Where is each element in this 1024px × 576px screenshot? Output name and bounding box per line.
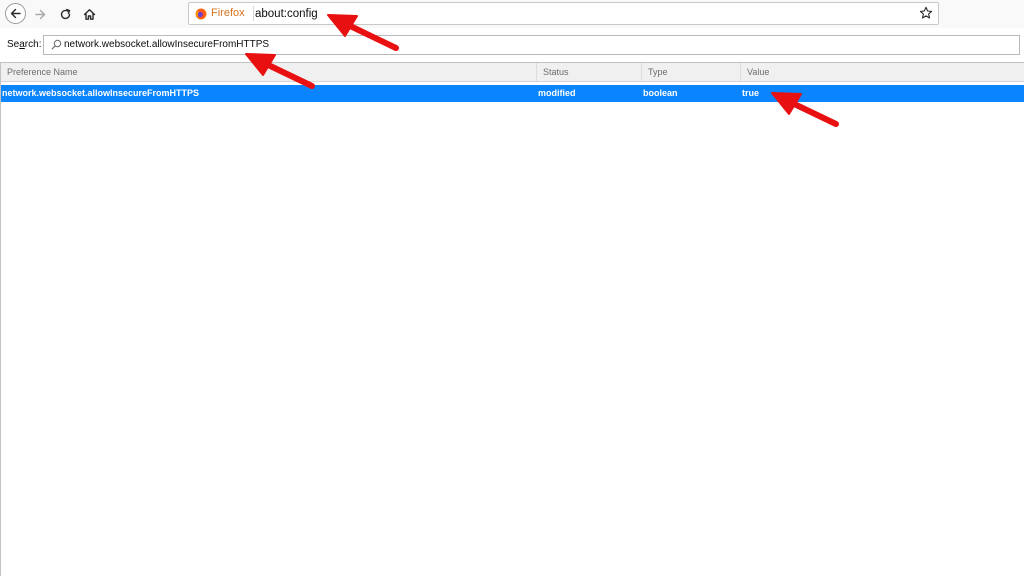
home-icon: [83, 8, 95, 20]
cell-status[interactable]: modified: [538, 85, 638, 102]
search-label-prefix: Se: [7, 39, 20, 50]
back-arrow-icon: [10, 8, 21, 19]
url-bar[interactable]: Firefox about:config: [188, 2, 939, 25]
cell-type[interactable]: boolean: [643, 85, 738, 102]
home-button[interactable]: [79, 4, 99, 24]
search-label: Search:: [7, 39, 41, 51]
navigation-toolbar: Firefox about:config: [0, 0, 1024, 28]
firefox-logo-icon: [195, 8, 207, 19]
column-header-status[interactable]: Status: [537, 63, 642, 81]
forward-arrow-icon: [34, 9, 45, 19]
column-header-preference-name[interactable]: Preference Name: [1, 63, 537, 81]
star-icon[interactable]: [919, 6, 933, 20]
identity-box[interactable]: Firefox: [195, 6, 254, 21]
reload-icon: [60, 8, 70, 19]
preferences-table: Preference Name Status Type Value networ…: [0, 62, 1024, 576]
cell-value[interactable]: true: [742, 85, 1022, 102]
forward-button[interactable]: [30, 4, 50, 24]
back-button[interactable]: [5, 3, 26, 24]
identity-label: Firefox: [211, 7, 245, 19]
search-input[interactable]: network.websocket.allowInsecureFromHTTPS: [43, 35, 1020, 55]
browser-window: Firefox about:config Search: network.web…: [0, 0, 1024, 576]
search-label-suffix: rch:: [24, 39, 42, 50]
url-text[interactable]: about:config: [255, 7, 318, 21]
search-row: Search: network.websocket.allowInsecureF…: [0, 32, 1024, 58]
reload-button[interactable]: [55, 4, 75, 24]
cell-preference-name[interactable]: network.websocket.allowInsecureFromHTTPS: [2, 85, 532, 102]
column-header-type[interactable]: Type: [642, 63, 741, 81]
search-value[interactable]: network.websocket.allowInsecureFromHTTPS: [64, 39, 269, 51]
table-row[interactable]: network.websocket.allowInsecureFromHTTPS…: [1, 85, 1024, 102]
search-icon: [51, 39, 62, 50]
column-header-value[interactable]: Value: [741, 63, 1024, 81]
table-header: Preference Name Status Type Value: [1, 63, 1024, 82]
